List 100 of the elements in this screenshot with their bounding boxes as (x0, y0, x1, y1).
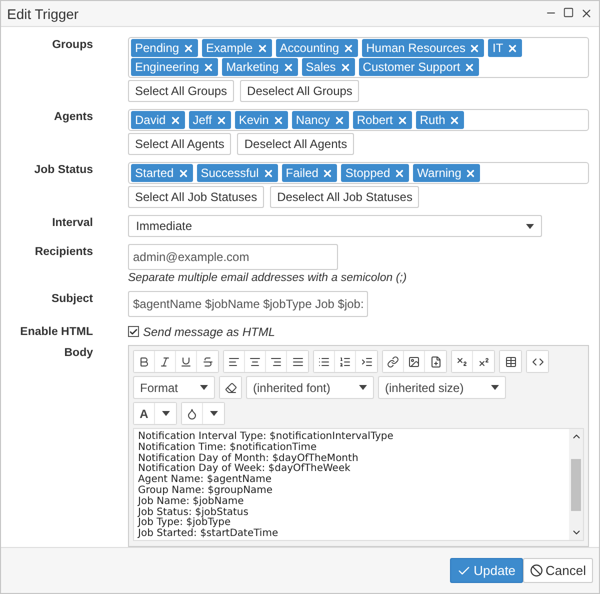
caret-icon (210, 411, 218, 416)
tag-input[interactable]: Pending Example Accounting Human Resources IT Engineering Marketing Sales Customer Support (128, 37, 589, 78)
toolbar-button[interactable] (314, 351, 335, 372)
caret-icon (359, 385, 367, 390)
toolbar-button[interactable] (383, 351, 404, 372)
remove-icon[interactable] (340, 62, 351, 72)
tag: Engineering (131, 58, 218, 76)
field-label: Enable HTML (19, 325, 93, 339)
caret-icon (200, 385, 208, 390)
select-button[interactable]: Deselect All Agents (237, 133, 354, 155)
tag: Robert (352, 111, 412, 129)
remove-icon[interactable] (256, 42, 268, 54)
remove-icon[interactable] (394, 168, 406, 178)
remove-icon[interactable] (465, 168, 476, 178)
subscript-icon (456, 356, 468, 368)
close-icon[interactable] (580, 7, 593, 20)
remove-icon[interactable] (343, 42, 354, 54)
window-title: Edit Trigger (7, 6, 80, 22)
body-editor[interactable] (133, 428, 584, 541)
align-left-icon (228, 356, 240, 368)
body-line: Notification Day of Month: $dayOfTheMonth (138, 454, 360, 464)
tag: Ruth (416, 111, 464, 129)
interval-select[interactable]: Immediate (128, 215, 542, 237)
field-label: Agents (53, 110, 93, 125)
remove-icon[interactable] (203, 62, 214, 72)
select-button[interactable]: Select All Job Statuses (128, 186, 264, 208)
tag-input[interactable]: David Jeff Kevin Nancy Robert Ruth (128, 109, 589, 131)
tag-input[interactable]: Started Successful Failed Stopped Warning (128, 162, 589, 184)
field-label: Recipients (34, 245, 93, 260)
body-line: Job Name: $jobName (138, 496, 245, 507)
field-label: Job Status (33, 163, 93, 178)
body-line: Notification Time: $notificationTime (138, 442, 318, 453)
tag: Failed (282, 164, 338, 182)
scrollbar[interactable] (569, 429, 583, 540)
remove-icon[interactable] (507, 42, 518, 54)
body-line: Job Started: $startDateTime (138, 529, 280, 540)
check-icon (129, 326, 138, 336)
underline-icon (180, 356, 192, 368)
select-button[interactable]: Select All Agents (128, 133, 232, 155)
remove-icon[interactable] (322, 168, 334, 178)
table-icon (504, 356, 516, 368)
image-icon (408, 356, 420, 368)
superscript-icon (478, 356, 490, 368)
size-select[interactable]: (inherited size) (378, 376, 506, 399)
field-label: Subject (50, 292, 93, 307)
select-button[interactable]: Select All Groups (128, 80, 234, 102)
remove-icon[interactable] (449, 114, 460, 126)
italic-icon (159, 356, 171, 368)
remove-icon[interactable] (170, 114, 181, 126)
toolbar-button[interactable] (224, 351, 245, 372)
text-color-button[interactable]: A (134, 403, 155, 424)
tag: David (131, 111, 185, 129)
indent-icon (360, 356, 372, 368)
tag: Warning (413, 164, 480, 182)
tag: Marketing (222, 58, 298, 76)
checkbox[interactable] (128, 326, 139, 337)
remove-icon[interactable] (469, 42, 480, 54)
subject-field[interactable]: $agentName $jobName $jobType Job $job: (128, 291, 368, 317)
format-select[interactable]: Format (133, 376, 215, 399)
cancel-button[interactable]: Cancel (522, 558, 593, 583)
recipients-field[interactable]: admin@example.com (128, 244, 338, 270)
align-center-icon (249, 356, 261, 368)
droplet-icon (186, 408, 198, 420)
tag: Nancy (292, 111, 349, 129)
update-button[interactable]: Update (450, 558, 523, 583)
remove-icon[interactable] (262, 168, 274, 178)
remove-icon[interactable] (178, 168, 189, 178)
remove-icon[interactable] (282, 62, 294, 72)
select-button[interactable]: Deselect All Groups (240, 80, 360, 102)
remove-icon[interactable] (183, 42, 194, 54)
help-text: Separate multiple email addresses with a semicolon (;) (128, 272, 408, 284)
font-select[interactable]: (inherited font) (246, 376, 374, 399)
numbered-list-icon (339, 356, 351, 368)
cancel-icon (530, 564, 543, 577)
tag: Pending (131, 39, 198, 57)
body-line: Job Status: $jobStatus (138, 508, 250, 518)
strikethrough-icon (202, 356, 214, 368)
remove-icon[interactable] (396, 114, 408, 126)
tag: Kevin (234, 111, 288, 129)
caret-icon (162, 411, 170, 416)
remove-icon[interactable] (464, 62, 476, 72)
link-icon (387, 356, 399, 368)
maximize-icon[interactable] (563, 7, 574, 18)
tag: IT (488, 39, 522, 57)
caret-icon (491, 385, 499, 390)
field-label: Groups (51, 38, 93, 53)
align-right-icon (270, 356, 282, 368)
caret-icon (526, 224, 534, 228)
tag: Stopped (341, 164, 410, 182)
field-label: Body (63, 346, 93, 361)
remove-icon[interactable] (272, 114, 284, 126)
toolbar-button[interactable] (134, 351, 155, 372)
tag: Accounting (276, 39, 358, 57)
document-icon (430, 356, 442, 368)
tag: Sales (302, 58, 355, 76)
toolbar-button[interactable] (452, 351, 473, 372)
remove-icon[interactable] (334, 114, 345, 126)
remove-icon[interactable] (216, 114, 227, 126)
select-button[interactable]: Deselect All Job Statuses (270, 186, 420, 208)
tag: Example (202, 39, 272, 57)
